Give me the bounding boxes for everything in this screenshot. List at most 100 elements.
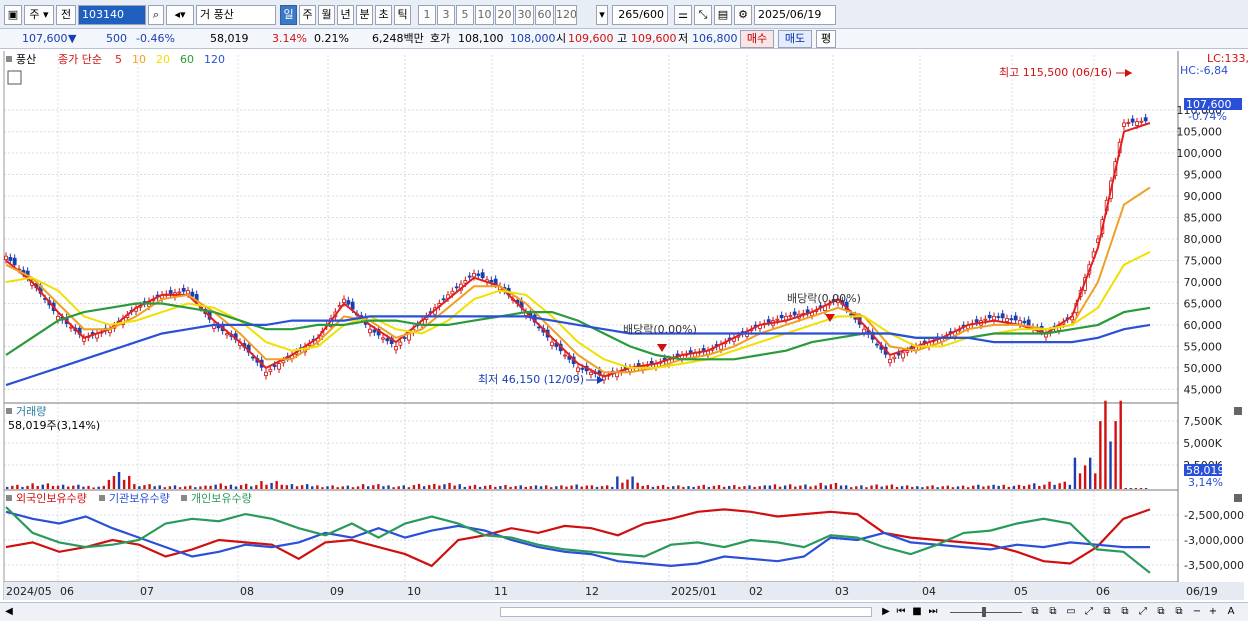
holding-panel-close-icon[interactable] (1234, 494, 1242, 502)
volume-bar (438, 485, 441, 489)
date-input[interactable]: 2025/06/19 (754, 5, 836, 25)
zoom-slider-track[interactable] (950, 612, 1022, 613)
interval-button-5[interactable]: 5 (456, 5, 474, 25)
table-toggle-icon[interactable] (7, 70, 22, 85)
x-axis-label: 03 (835, 585, 849, 598)
interval-button-10[interactable]: 10 (475, 5, 494, 25)
volume-bar (295, 486, 299, 489)
interval-button-60[interactable]: 60 (535, 5, 554, 25)
auto-scale-icon[interactable]: A (1224, 605, 1238, 619)
period-button-3[interactable]: 년 (337, 5, 354, 25)
x-axis-label: 10 (407, 585, 421, 598)
tool-icon-9[interactable]: ⧉ (1172, 605, 1186, 619)
volume-bar (1124, 488, 1127, 489)
bottom-scrollbar[interactable]: ◀ ▶ ⏮ ■ ⏭ ⧉ ⧉ ▭ ⤢ ⧉ ⧉ ⤢ ⧉ ⧉ − + A (0, 602, 1248, 621)
volume-bar (1099, 421, 1102, 489)
sell-button[interactable]: 매도 (778, 30, 812, 48)
volume-bar (255, 485, 258, 489)
volume-bar (1027, 484, 1031, 489)
volume-bar (1002, 484, 1005, 489)
low-price: 106,800 (692, 32, 738, 45)
volume-bar (61, 484, 65, 489)
candle-body (186, 290, 190, 295)
search-icon[interactable]: ⌕ (148, 5, 164, 25)
interval-button-3[interactable]: 3 (437, 5, 455, 25)
tool-icon-7[interactable]: ⤢ (1136, 605, 1150, 619)
stock-name-field[interactable]: 거 풍산 (196, 5, 276, 25)
price-y-tick: 85,000 (1184, 212, 1223, 225)
interval-button-20[interactable]: 20 (495, 5, 514, 25)
period-button-2[interactable]: 월 (318, 5, 335, 25)
volume-bar (290, 484, 294, 489)
volume-bar (382, 486, 385, 489)
price-y-tick: 95,000 (1184, 169, 1223, 182)
eval-button[interactable]: 평 (816, 30, 836, 48)
count-total: /600 (639, 8, 664, 21)
candle-body (398, 341, 403, 346)
scroll-left-icon[interactable]: ◀ (4, 605, 14, 619)
volume-panel-close-icon[interactable] (1234, 407, 1242, 415)
stock-code-input[interactable]: 103140 (78, 5, 146, 25)
candle-body (996, 316, 1001, 318)
period-button-4[interactable]: 분 (356, 5, 373, 25)
volume-bar (428, 485, 431, 489)
zoom-in-icon[interactable]: + (1206, 605, 1220, 619)
period-button-0[interactable]: 일 (280, 5, 297, 25)
interval-button-1[interactable]: 1 (418, 5, 436, 25)
tool-icon-6[interactable]: ⧉ (1118, 605, 1132, 619)
scroll-play-icon[interactable]: ▶ (880, 605, 892, 619)
period-button-5[interactable]: 초 (375, 5, 392, 25)
tool-icon-3[interactable]: ▭ (1064, 605, 1078, 619)
candle-body (550, 341, 554, 346)
scroll-stop-icon[interactable]: ■ (911, 605, 923, 619)
candle-body (792, 311, 797, 316)
scroll-thumb[interactable] (500, 607, 872, 617)
price-y-tick: 90,000 (1184, 190, 1223, 203)
line-tool-icon[interactable]: ⤡ (694, 5, 712, 25)
tool-icon-5[interactable]: ⧉ (1100, 605, 1114, 619)
volume-bar (102, 485, 106, 489)
save-icon[interactable]: ▤ (714, 5, 732, 25)
zoom-slider-handle[interactable] (982, 607, 986, 617)
candle-body (281, 360, 286, 364)
volume-bar (366, 486, 370, 489)
scroll-first-icon[interactable]: ⏮ (895, 605, 907, 619)
chart-layout-icon[interactable]: ▣ (4, 5, 22, 25)
tool-icon-8[interactable]: ⧉ (1154, 605, 1168, 619)
tool-icon-1[interactable]: ⧉ (1028, 605, 1042, 619)
volume-bar (387, 485, 390, 489)
interval-button-120[interactable]: 120 (555, 5, 577, 25)
volume-bar (51, 485, 55, 489)
candle-body (181, 287, 186, 292)
period-button-1[interactable]: 주 (299, 5, 316, 25)
tool-icon-4[interactable]: ⤢ (1082, 605, 1096, 619)
volume-bar (651, 486, 655, 489)
volume-bar (560, 485, 563, 489)
type-label: 주 (29, 8, 40, 21)
settings-gear-icon[interactable]: ⚙ (734, 5, 752, 25)
interval-button-30[interactable]: 30 (515, 5, 534, 25)
candle-body (901, 352, 905, 359)
volume-bar (361, 484, 365, 489)
interval-dropdown-arrow[interactable]: ▾ (596, 5, 608, 25)
volume-bar (199, 486, 202, 489)
volume-bar (280, 484, 283, 489)
zoom-out-icon[interactable]: − (1190, 605, 1204, 619)
count-input[interactable]: 265/600 (612, 5, 668, 25)
prev-button[interactable]: 전 (56, 5, 76, 25)
volume-bar (895, 486, 899, 489)
volume-bar (341, 486, 344, 489)
candle-body (576, 367, 580, 372)
speaker-icon[interactable]: ◂▾ (166, 5, 194, 25)
type-dropdown[interactable]: 주 ▾ (24, 5, 54, 25)
candle-type-icon[interactable]: ⚌ (674, 5, 692, 25)
volume-bar (1094, 473, 1097, 489)
scroll-last-icon[interactable]: ⏭ (927, 605, 939, 619)
x-axis-label: 05 (1014, 585, 1028, 598)
stock-chart[interactable]: 110,000105,000100,00095,00090,00085,0008… (0, 51, 1248, 606)
period-button-6[interactable]: 틱 (394, 5, 411, 25)
volume-bar (26, 485, 29, 489)
tool-icon-2[interactable]: ⧉ (1046, 605, 1060, 619)
candle-body (402, 337, 407, 339)
buy-button[interactable]: 매수 (740, 30, 774, 48)
